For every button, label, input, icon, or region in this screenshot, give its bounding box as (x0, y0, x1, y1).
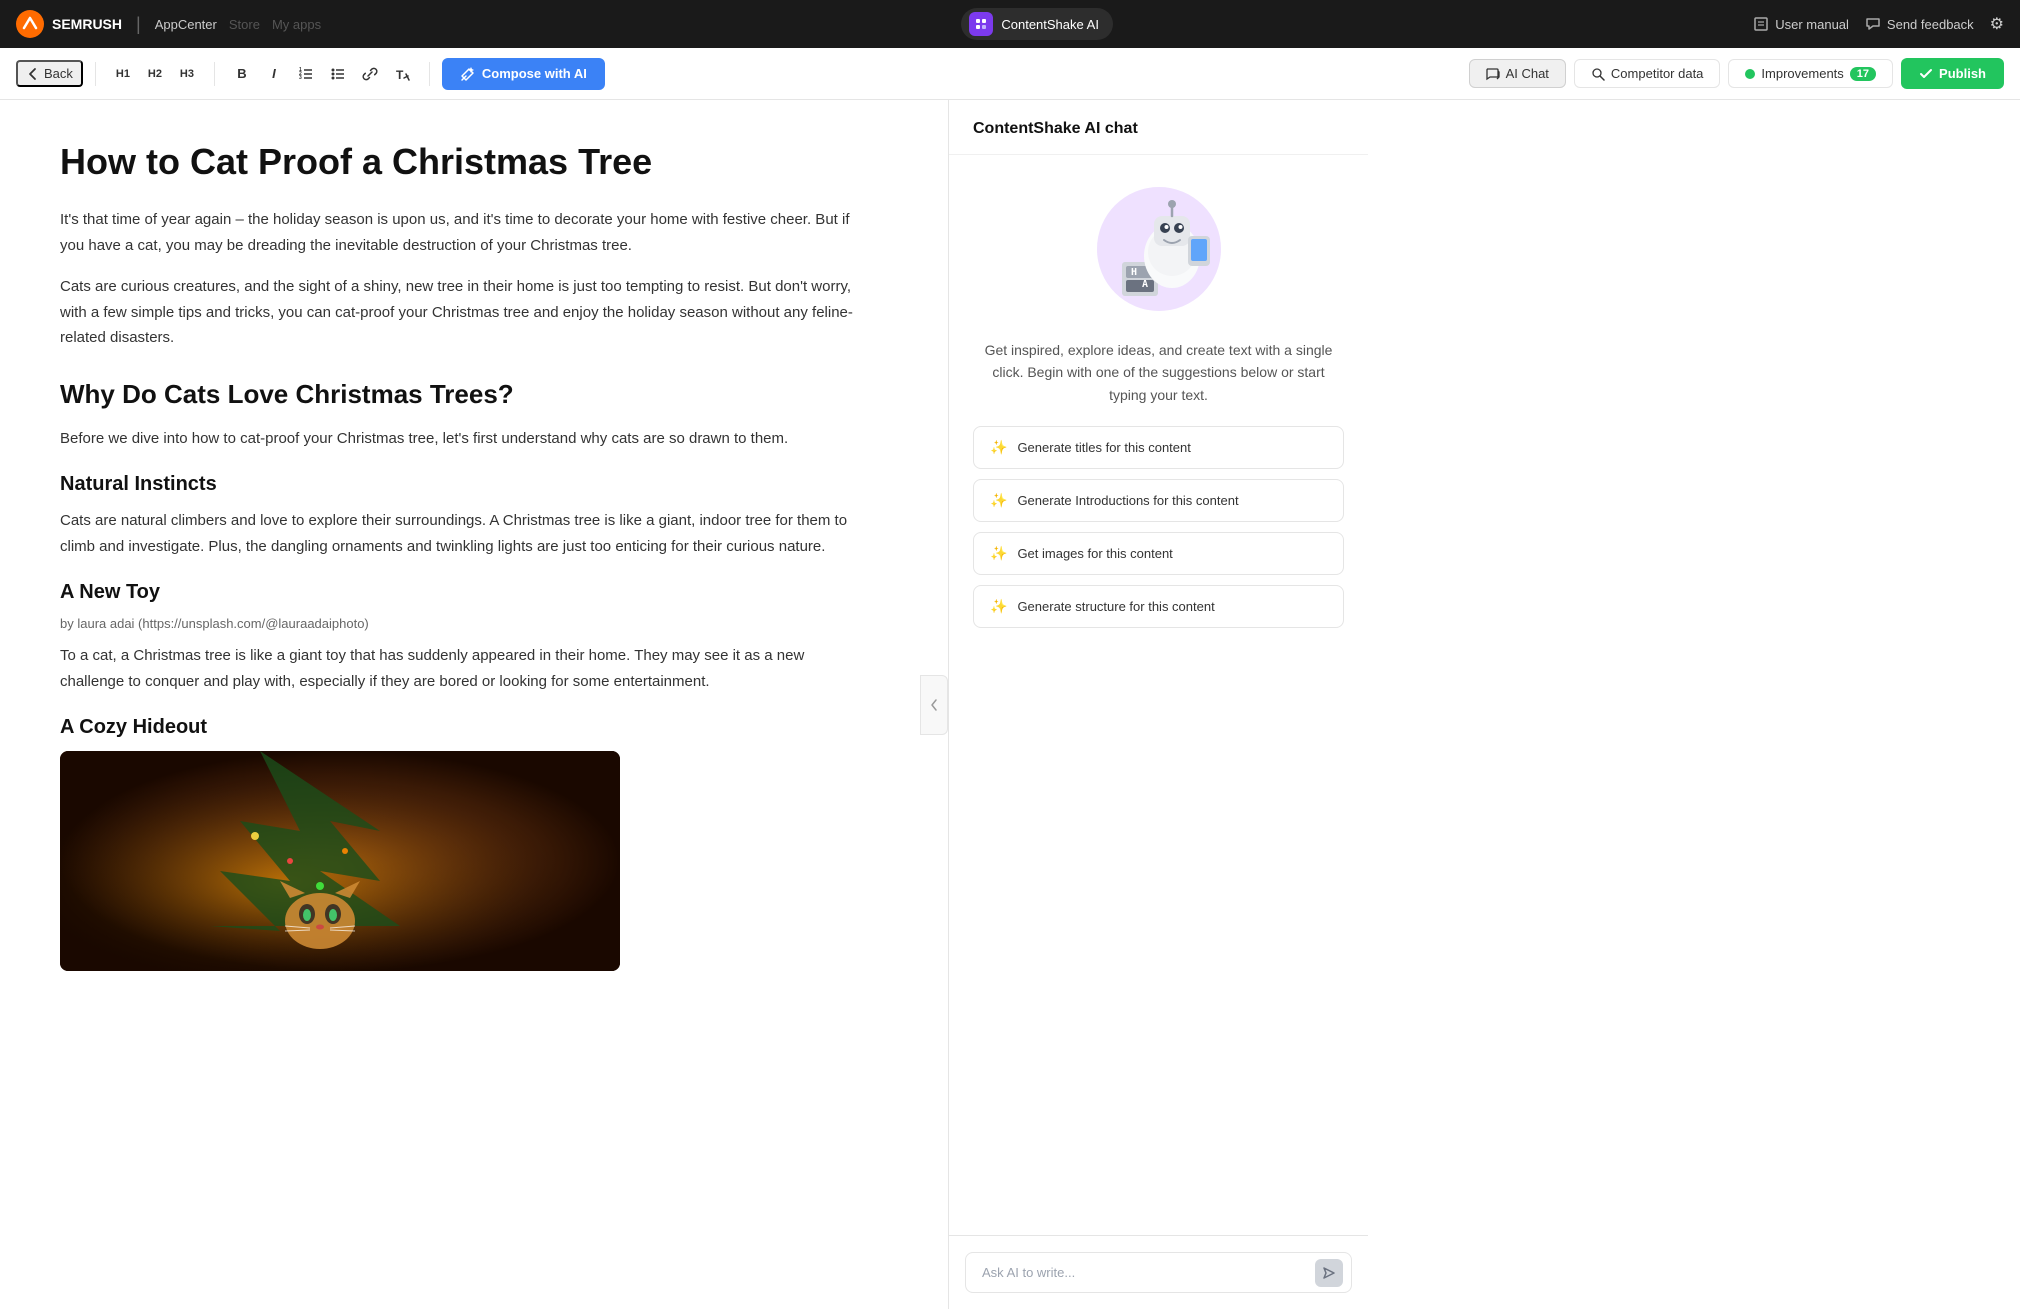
suggestion-structure-button[interactable]: ✨ Generate structure for this content (973, 585, 1344, 628)
main-layout: How to Cat Proof a Christmas Tree It's t… (0, 100, 2020, 1309)
robot-svg: H A (1094, 184, 1224, 314)
article-caption: by laura adai (https://unsplash.com/@lau… (60, 616, 860, 631)
clear-format-icon: T (394, 66, 410, 82)
toolbar: Back H1 H2 H3 B I 1 2 3 (0, 48, 2020, 100)
editor-area[interactable]: How to Cat Proof a Christmas Tree It's t… (0, 100, 920, 1309)
text-format-group: B I 1 2 3 (227, 59, 417, 89)
ul-icon (330, 66, 346, 82)
send-icon (1322, 1266, 1336, 1280)
magic-icon-3: ✨ (990, 545, 1007, 562)
ai-suggestions: ✨ Generate titles for this content ✨ Gen… (973, 426, 1344, 628)
magic-icon-4: ✨ (990, 598, 1007, 615)
article-h3-1: Natural Instincts (60, 473, 860, 496)
article-h3-2: A New Toy (60, 581, 860, 604)
toolbar-divider-3 (429, 62, 430, 86)
link-button[interactable] (355, 59, 385, 89)
article-title: How to Cat Proof a Christmas Tree (60, 140, 860, 183)
panel-toggle-button[interactable] (920, 675, 948, 735)
compose-with-ai-button[interactable]: Compose with AI (442, 58, 605, 90)
article-para-3: Before we dive into how to cat-proof you… (60, 426, 860, 452)
ai-panel-footer: Ask AI to write... (949, 1235, 1368, 1309)
heading-format-group: H1 H2 H3 (108, 59, 202, 89)
cat-illustration (60, 751, 620, 971)
ai-intro-text: Get inspired, explore ideas, and create … (973, 339, 1344, 406)
ai-send-button[interactable] (1315, 1259, 1343, 1287)
unordered-list-button[interactable] (323, 59, 353, 89)
article-h3-3: A Cozy Hideout (60, 716, 860, 739)
article-para-4: Cats are natural climbers and love to ex… (60, 508, 860, 559)
cat-image-bg (60, 751, 620, 971)
suggestion-titles-button[interactable]: ✨ Generate titles for this content (973, 426, 1344, 469)
compose-ai-icon (460, 66, 476, 82)
suggestion-introductions-button[interactable]: ✨ Generate Introductions for this conten… (973, 479, 1344, 522)
magic-icon-1: ✨ (990, 439, 1007, 456)
article-para-5: To a cat, a Christmas tree is like a gia… (60, 643, 860, 694)
italic-button[interactable]: I (259, 59, 289, 89)
user-manual-link[interactable]: User manual (1753, 16, 1849, 32)
toolbar-divider-1 (95, 62, 96, 86)
brand-name: SEMRUSH (52, 16, 122, 32)
nav-divider: | (136, 14, 141, 35)
app-name: ContentShake AI (1001, 17, 1099, 32)
toolbar-divider-2 (214, 62, 215, 86)
toolbar-right: AI Chat Competitor data Improvements 17 … (1469, 58, 2004, 89)
appcenter-label[interactable]: AppCenter (155, 17, 217, 32)
article-h2-1: Why Do Cats Love Christmas Trees? (60, 379, 860, 410)
clear-format-button[interactable]: T (387, 59, 417, 89)
svg-text:3: 3 (299, 75, 302, 81)
h2-button[interactable]: H2 (140, 59, 170, 89)
book-icon (1753, 16, 1769, 32)
ai-chat-panel: ContentShake AI chat H A (948, 100, 1368, 1309)
ai-chat-tab[interactable]: AI Chat (1469, 59, 1566, 88)
bold-button[interactable]: B (227, 59, 257, 89)
ol-icon: 1 2 3 (298, 66, 314, 82)
feedback-icon (1865, 16, 1881, 32)
svg-text:H: H (1131, 267, 1137, 278)
h1-button[interactable]: H1 (108, 59, 138, 89)
ordered-list-button[interactable]: 1 2 3 (291, 59, 321, 89)
store-link[interactable]: Store (229, 17, 260, 32)
ai-panel-body: H A (949, 155, 1368, 1235)
arrow-left-icon (26, 67, 40, 81)
ai-input-container: Ask AI to write... (965, 1252, 1352, 1293)
svg-text:A: A (1142, 279, 1148, 290)
improvements-dot (1745, 69, 1755, 79)
h3-button[interactable]: H3 (172, 59, 202, 89)
svg-text:T: T (396, 68, 404, 82)
article-image (60, 751, 620, 971)
publish-button[interactable]: Publish (1901, 58, 2004, 89)
app-badge: ContentShake AI (961, 8, 1113, 40)
send-feedback-link[interactable]: Send feedback (1865, 16, 1974, 32)
app-icon (969, 12, 993, 36)
suggestion-images-button[interactable]: ✨ Get images for this content (973, 532, 1344, 575)
back-button[interactable]: Back (16, 60, 83, 87)
improvements-count-badge: 17 (1850, 67, 1876, 81)
settings-icon[interactable]: ⚙ (1990, 14, 2004, 34)
magic-icon-2: ✨ (990, 492, 1007, 509)
nav-right: User manual Send feedback ⚙ (1753, 14, 2004, 34)
link-icon (362, 66, 378, 82)
ai-panel-title: ContentShake AI chat (949, 100, 1368, 155)
improvements-tab[interactable]: Improvements 17 (1728, 59, 1893, 88)
brand-logo[interactable]: SEMRUSH (16, 10, 122, 38)
ai-input-placeholder: Ask AI to write... (982, 1265, 1075, 1280)
article-para-1: It's that time of year again – the holid… (60, 207, 860, 258)
myapps-link[interactable]: My apps (272, 17, 321, 32)
search-icon (1591, 67, 1605, 81)
semrush-icon (16, 10, 44, 38)
chevrons-icon (928, 695, 940, 715)
top-nav: SEMRUSH | AppCenter Store My apps Conten… (0, 0, 2020, 48)
competitor-data-tab[interactable]: Competitor data (1574, 59, 1721, 88)
article-para-2: Cats are curious creatures, and the sigh… (60, 274, 860, 351)
ai-chat-icon (1486, 67, 1500, 81)
publish-icon (1919, 67, 1933, 81)
robot-illustration: H A (1089, 179, 1229, 319)
